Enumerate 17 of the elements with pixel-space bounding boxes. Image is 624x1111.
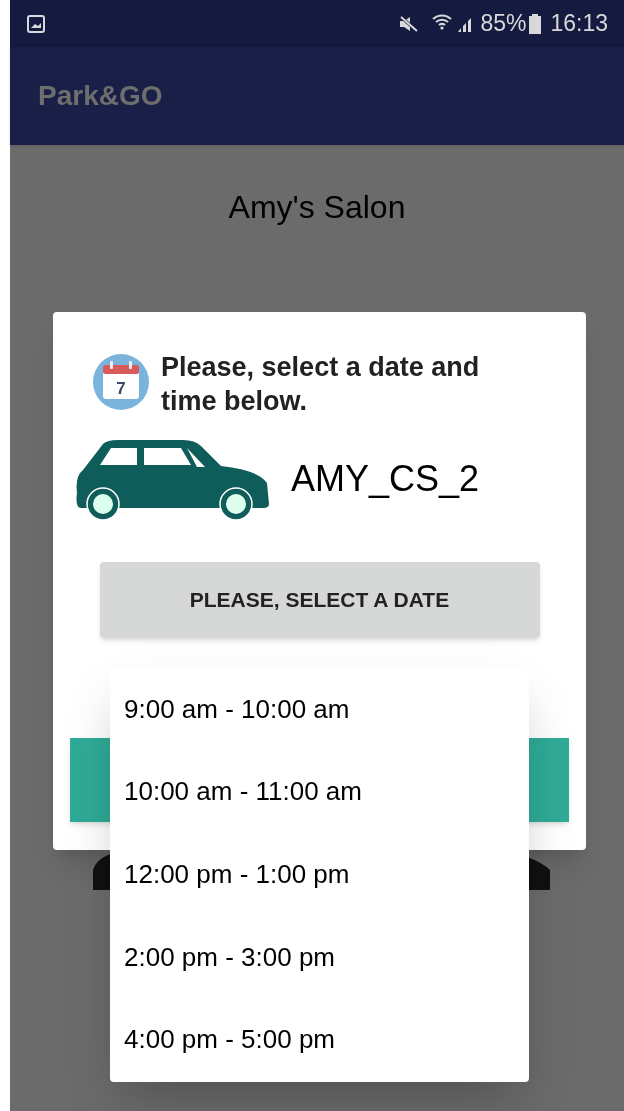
dialog-message: Please, select a date and time below. <box>161 351 481 418</box>
car-name: AMY_CS_2 <box>291 457 480 501</box>
battery-icon <box>528 12 543 35</box>
time-option[interactable]: 9:00 am - 10:00 am <box>124 689 350 729</box>
image-icon <box>26 13 46 34</box>
mute-icon <box>398 13 421 34</box>
time-option[interactable]: 2:00 pm - 3:00 pm <box>124 937 335 977</box>
time-option[interactable]: 12:00 pm - 1:00 pm <box>124 855 350 894</box>
calendar-icon: 7 <box>93 354 149 410</box>
battery-percent: 85% <box>480 9 527 39</box>
page-title: Amy's Salon <box>228 188 406 227</box>
app-title: Park&GO <box>38 79 163 113</box>
car-icon <box>73 438 271 520</box>
time-option[interactable]: 4:00 pm - 5:00 pm <box>124 1020 335 1060</box>
clock: 16:13 <box>550 9 608 39</box>
date-button[interactable]: PLEASE, SELECT A DATE <box>99 562 540 638</box>
time-option[interactable]: 10:00 am - 11:00 am <box>124 772 362 812</box>
